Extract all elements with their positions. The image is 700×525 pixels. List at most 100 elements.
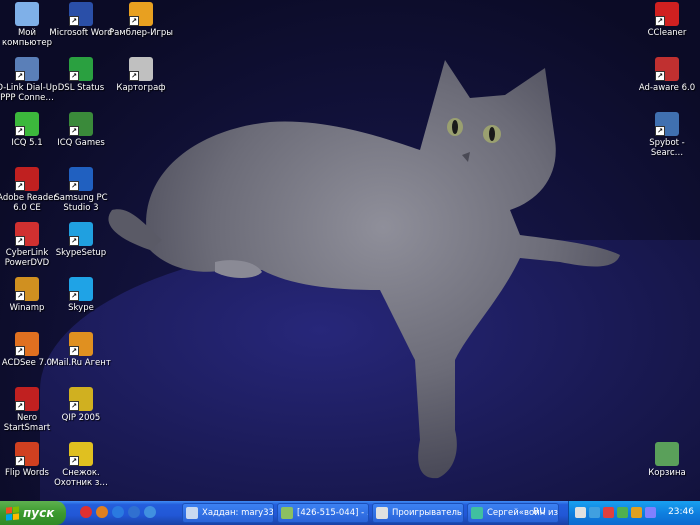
shortcut-arrow-icon: ↗ <box>69 16 79 26</box>
system-tray: RU 23:46 <box>533 501 700 525</box>
taskbar: пуск Хаддан: mary33… [426-515-044] - … Про… <box>0 501 700 525</box>
rambler-games-icon: ↗ <box>129 2 153 26</box>
spybot-icon: ↗ <box>655 112 679 136</box>
language-indicator[interactable]: RU <box>533 507 546 517</box>
samsung-pc-studio-icon: ↗ <box>69 167 93 191</box>
ad-aware-icon: ↗ <box>655 57 679 81</box>
qip-icon: ↗ <box>69 387 93 411</box>
my-computer-icon <box>15 2 39 26</box>
desktop-icon-kartograf[interactable]: ↗ Картограф <box>105 57 177 93</box>
start-label: пуск <box>23 506 55 520</box>
mailru-agent-icon: ↗ <box>69 332 93 356</box>
taskbar-button[interactable]: Хаддан: mary33… <box>182 503 274 523</box>
tray-icon-4[interactable] <box>617 507 628 518</box>
desktop-icon-mailru-agent[interactable]: ↗ Mail.Ru Агент <box>45 332 117 368</box>
desktop-icon[interactable] <box>144 506 156 518</box>
acdsee-icon: ↗ <box>15 332 39 356</box>
desktop-icon-label: Skype <box>68 303 94 313</box>
shortcut-arrow-icon: ↗ <box>129 16 139 26</box>
icq-icon: ↗ <box>15 112 39 136</box>
haddan-icon <box>186 507 198 519</box>
desktop-icon-ad-aware[interactable]: ↗ Ad-aware 6.0 <box>631 57 700 93</box>
shortcut-arrow-icon: ↗ <box>15 401 25 411</box>
player-icon <box>376 507 388 519</box>
taskbar-button-label: [426-515-044] - … <box>297 508 369 518</box>
ie-icon[interactable] <box>112 506 124 518</box>
recycle-bin-icon <box>655 442 679 466</box>
windows-flag-icon <box>6 505 19 521</box>
desktop-icon-label: QIP 2005 <box>61 413 101 423</box>
desktop-icon-label: Картограф <box>116 83 166 93</box>
desktop-icon-label: ICQ Games <box>57 138 105 148</box>
desktop-icon-label: Снежок. Охотник з… <box>54 468 108 488</box>
tray-icon-1[interactable] <box>575 507 586 518</box>
powerdvd-icon: ↗ <box>15 222 39 246</box>
shortcut-arrow-icon: ↗ <box>655 126 665 136</box>
tray-icon-5[interactable] <box>631 507 642 518</box>
desktop-icon-skype[interactable]: ↗ Skype <box>45 277 117 313</box>
outlook-icon[interactable] <box>128 506 140 518</box>
shortcut-arrow-icon: ↗ <box>655 71 665 81</box>
tray-icon-6[interactable] <box>645 507 656 518</box>
snezhok-game-icon: ↗ <box>69 442 93 466</box>
desktop-icon-ccleaner[interactable]: ↗ CCleaner <box>631 2 700 38</box>
desktop-icon-samsung-pc-studio[interactable]: ↗ Samsung PC Studio 3 <box>45 167 117 213</box>
shortcut-arrow-icon: ↗ <box>129 71 139 81</box>
desktop-icon-qip[interactable]: ↗ QIP 2005 <box>45 387 117 423</box>
desktop-icon-recycle-bin[interactable]: Корзина <box>631 442 700 478</box>
desktop-icon-skype-setup[interactable]: ↗ SkypeSetup <box>45 222 117 258</box>
adobe-reader-icon: ↗ <box>15 167 39 191</box>
shortcut-arrow-icon: ↗ <box>15 181 25 191</box>
shortcut-arrow-icon: ↗ <box>15 456 25 466</box>
clock: 23:46 <box>668 507 694 517</box>
network-connection-icon: ↗ <box>15 57 39 81</box>
qip-window-icon <box>281 507 293 519</box>
ccleaner-icon: ↗ <box>655 2 679 26</box>
desktop-icon-label: Spybot - Searc… <box>649 138 685 158</box>
shortcut-arrow-icon: ↗ <box>69 346 79 356</box>
shortcut-arrow-icon: ↗ <box>69 456 79 466</box>
shortcut-arrow-icon: ↗ <box>69 126 79 136</box>
desktop-icon-spybot[interactable]: ↗ Spybot - Searc… <box>631 112 700 158</box>
shortcut-arrow-icon: ↗ <box>69 236 79 246</box>
tray-icon-3[interactable] <box>603 507 614 518</box>
shortcut-arrow-icon: ↗ <box>69 401 79 411</box>
shortcut-arrow-icon: ↗ <box>69 71 79 81</box>
desktop-icon-label: CCleaner <box>647 28 687 38</box>
shortcut-arrow-icon: ↗ <box>15 126 25 136</box>
desktop: Мой компьютер ↗ Microsoft Word ↗ Рамблер-Игр… <box>0 0 700 501</box>
flip-words-icon: ↗ <box>15 442 39 466</box>
shortcut-arrow-icon: ↗ <box>69 291 79 301</box>
kartograf-icon: ↗ <box>129 57 153 81</box>
icq-games-icon: ↗ <box>69 112 93 136</box>
shortcut-arrow-icon: ↗ <box>69 181 79 191</box>
taskbar-button-label: Проигрыватель … <box>392 508 463 518</box>
taskbar-button[interactable]: [426-515-044] - … <box>277 503 369 523</box>
word-icon: ↗ <box>69 2 93 26</box>
taskbar-button-label: Хаддан: mary33… <box>202 508 274 518</box>
skype-setup-icon: ↗ <box>69 222 93 246</box>
taskbar-button-label: Сергей«воин из … <box>487 508 559 518</box>
shortcut-arrow-icon: ↗ <box>15 71 25 81</box>
start-button[interactable]: пуск <box>0 501 66 525</box>
desktop-icon-icq-games[interactable]: ↗ ICQ Games <box>45 112 117 148</box>
shortcut-arrow-icon: ↗ <box>15 291 25 301</box>
desktop-icon-label: Рамблер-Игры <box>108 28 174 38</box>
tray-icon-2[interactable] <box>589 507 600 518</box>
shortcut-arrow-icon: ↗ <box>15 346 25 356</box>
winamp-icon: ↗ <box>15 277 39 301</box>
desktop-icon-label: Samsung PC Studio 3 <box>54 193 108 213</box>
dsl-status-icon: ↗ <box>69 57 93 81</box>
desktop-icon-label: SkypeSetup <box>55 248 107 258</box>
chat-icon <box>471 507 483 519</box>
shortcut-arrow-icon: ↗ <box>15 236 25 246</box>
desktop-icon-label: Ad-aware 6.0 <box>638 83 696 93</box>
opera-icon[interactable] <box>80 506 92 518</box>
desktop-icon-label: Mail.Ru Агент <box>51 358 111 368</box>
desktop-icon-label: Корзина <box>648 468 686 478</box>
desktop-icon-snezhok-game[interactable]: ↗ Снежок. Охотник з… <box>45 442 117 488</box>
desktop-icon-rambler-games[interactable]: ↗ Рамблер-Игры <box>105 2 177 38</box>
skype-icon: ↗ <box>69 277 93 301</box>
media-icon[interactable] <box>96 506 108 518</box>
taskbar-button[interactable]: Проигрыватель … <box>372 503 464 523</box>
